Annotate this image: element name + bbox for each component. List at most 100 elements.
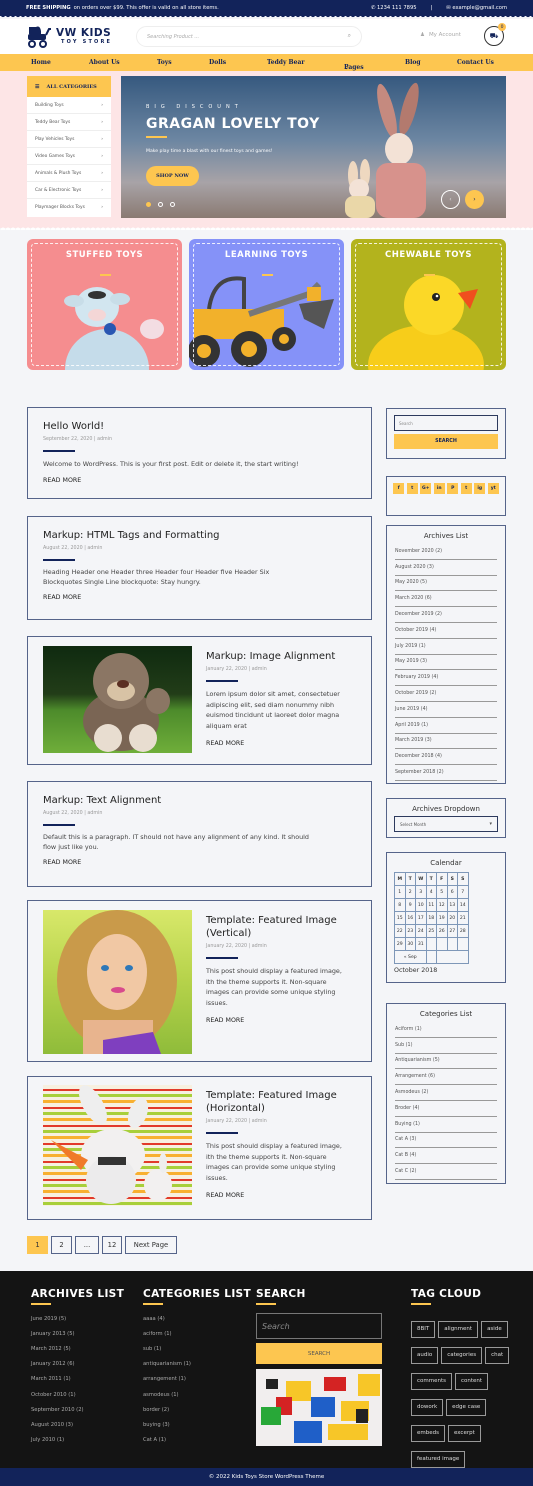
category-item[interactable]: Playmager Blocks Toys › xyxy=(27,199,111,216)
footer-category-link[interactable]: arrangement (1) xyxy=(143,1372,251,1387)
nav-item-dolls[interactable]: Dolls xyxy=(209,59,226,66)
category-item[interactable]: Building Toys › xyxy=(27,97,111,114)
category-item[interactable]: Video Games Toys › xyxy=(27,148,111,165)
calendar-prev-link[interactable]: « Sep xyxy=(394,950,427,964)
search-icon[interactable]: ⌕ xyxy=(348,32,351,40)
slider-prev-button[interactable]: ‹ xyxy=(441,190,460,209)
page-1-button[interactable]: 1 xyxy=(27,1236,48,1254)
slider-dot[interactable] xyxy=(146,202,151,207)
tag-link[interactable]: comments xyxy=(411,1373,452,1390)
nav-item-blog[interactable]: Blog xyxy=(405,59,421,66)
archive-link[interactable]: August 2020 (3) xyxy=(395,560,497,576)
footer-archive-link[interactable]: August 2010 (3) xyxy=(31,1417,124,1432)
category-link[interactable]: Broder (4) xyxy=(395,1101,497,1117)
category-item[interactable]: Play Vehicles Toys › xyxy=(27,131,111,148)
youtube-icon[interactable]: yt xyxy=(487,483,499,494)
tag-link[interactable]: audio xyxy=(411,1347,439,1364)
archive-link[interactable]: December 2019 (2) xyxy=(395,607,497,623)
nav-item-toys[interactable]: Toys xyxy=(157,59,172,66)
archive-link[interactable]: October 2019 (4) xyxy=(395,623,497,639)
footer-search-button[interactable]: SEARCH xyxy=(256,1343,382,1364)
footer-search-input[interactable]: Search xyxy=(256,1313,382,1339)
promo-card-stuffed[interactable]: STUFFED TOYS xyxy=(27,239,182,370)
facebook-icon[interactable]: f xyxy=(393,483,405,494)
post-title[interactable]: Template: Featured Image (Horizontal) xyxy=(206,1089,346,1115)
archive-link[interactable]: February 2019 (4) xyxy=(395,670,497,687)
post-title[interactable]: Markup: HTML Tags and Formatting xyxy=(43,529,288,542)
slider-next-button[interactable]: › xyxy=(465,190,484,209)
sidebar-search-input[interactable]: Search xyxy=(394,415,498,431)
footer-archive-link[interactable]: June 2019 (5) xyxy=(31,1311,124,1326)
archive-link[interactable]: May 2020 (5) xyxy=(395,576,497,592)
read-more-link[interactable]: READ MORE xyxy=(206,740,346,747)
tag-link[interactable]: featured image xyxy=(411,1451,466,1468)
post-thumbnail[interactable] xyxy=(43,910,192,1054)
archive-link[interactable]: September 2018 (2) xyxy=(395,765,497,781)
tag-link[interactable]: edge case xyxy=(446,1399,487,1416)
tag-link[interactable]: aside xyxy=(481,1321,508,1338)
footer-category-link[interactable]: aaaa (4) xyxy=(143,1311,251,1326)
promo-card-learning[interactable]: LEARNING TOYS xyxy=(189,239,344,370)
read-more-link[interactable]: READ MORE xyxy=(43,859,323,866)
category-item[interactable]: Teddy Bear Toys › xyxy=(27,114,111,131)
tag-link[interactable]: chat xyxy=(485,1347,510,1364)
google-plus-icon[interactable]: G+ xyxy=(420,483,432,494)
footer-archive-link[interactable]: September 2010 (2) xyxy=(31,1402,124,1417)
footer-archive-link[interactable]: January 2013 (5) xyxy=(31,1326,124,1341)
nav-item-teddy-bear[interactable]: Teddy Bear xyxy=(267,59,305,66)
post-title[interactable]: Markup: Image Alignment xyxy=(206,650,346,663)
pinterest-icon[interactable]: P xyxy=(447,483,459,494)
archive-link[interactable]: October 2019 (2) xyxy=(395,686,497,702)
tag-link[interactable]: 8BIT xyxy=(411,1321,436,1338)
footer-archive-link[interactable]: March 2012 (5) xyxy=(31,1341,124,1356)
archive-link[interactable]: July 2019 (1) xyxy=(395,639,497,655)
category-link[interactable]: Buying (1) xyxy=(395,1117,497,1133)
archive-link[interactable]: May 2019 (3) xyxy=(395,655,497,671)
cart-button[interactable]: ⛟ 0 xyxy=(484,23,506,46)
archives-month-select[interactable]: Select Month ▾ xyxy=(394,816,498,832)
my-account-link[interactable]: ♟ My Account xyxy=(420,32,461,38)
category-link[interactable]: Arrangement (6) xyxy=(395,1069,497,1086)
tag-link[interactable]: content xyxy=(455,1373,489,1390)
promo-card-chewable[interactable]: CHEWABLE TOYS xyxy=(351,239,506,370)
footer-archive-link[interactable]: July 2010 (1) xyxy=(31,1433,124,1448)
category-link[interactable]: Cat B (4) xyxy=(395,1148,497,1165)
next-page-button[interactable]: Next Page xyxy=(125,1236,177,1254)
archive-link[interactable]: March 2019 (3) xyxy=(395,734,497,750)
archive-link[interactable]: March 2020 (6) xyxy=(395,591,497,608)
archive-link[interactable]: April 2019 (1) xyxy=(395,718,497,734)
email[interactable]: ✉ example@gmail.com xyxy=(446,5,507,11)
post-thumbnail[interactable] xyxy=(43,646,192,753)
tag-link[interactable]: excerpt xyxy=(447,1425,481,1442)
instagram-icon[interactable]: ig xyxy=(474,483,486,494)
footer-category-link[interactable]: aciform (1) xyxy=(143,1326,251,1341)
post-title[interactable]: Template: Featured Image (Vertical) xyxy=(206,914,346,940)
archive-link[interactable]: December 2018 (4) xyxy=(395,749,497,766)
footer-archive-link[interactable]: January 2012 (6) xyxy=(31,1357,124,1372)
post-title[interactable]: Hello World! xyxy=(43,420,363,433)
post-title[interactable]: Markup: Text Alignment xyxy=(43,794,323,807)
category-link[interactable]: Aciform (1) xyxy=(395,1022,497,1038)
sidebar-search-button[interactable]: SEARCH xyxy=(394,434,498,449)
category-item[interactable]: Animals & Plush Toys › xyxy=(27,165,111,182)
nav-item-home[interactable]: Home xyxy=(31,59,51,66)
categories-header[interactable]: ☰ ALL CATEGORIES xyxy=(27,76,111,97)
product-search-input[interactable]: Searching Product ... ⌕ xyxy=(136,26,362,47)
footer-archive-link[interactable]: October 2010 (1) xyxy=(31,1387,124,1402)
footer-category-link[interactable]: Cat A (1) xyxy=(143,1433,251,1448)
tumblr-icon[interactable]: t xyxy=(460,483,472,494)
footer-category-link[interactable]: asmodeus (1) xyxy=(143,1387,251,1402)
nav-item-about[interactable]: About Us xyxy=(89,59,120,66)
nav-item-contact[interactable]: Contact Us xyxy=(457,59,494,66)
tag-link[interactable]: embeds xyxy=(411,1425,445,1442)
archive-link[interactable]: November 2020 (2) xyxy=(395,544,497,560)
linkedin-icon[interactable]: in xyxy=(433,483,445,494)
category-link[interactable]: Cat C (2) xyxy=(395,1164,497,1180)
footer-category-link[interactable]: buying (3) xyxy=(143,1417,251,1432)
category-item[interactable]: Car & Electronic Toys › xyxy=(27,182,111,199)
read-more-link[interactable]: READ MORE xyxy=(43,594,288,601)
logo[interactable]: VW KIDS TOY STORE xyxy=(26,23,112,49)
shop-now-button[interactable]: SHOP NOW xyxy=(146,166,199,186)
post-thumbnail[interactable] xyxy=(43,1085,192,1206)
footer-category-link[interactable]: border (2) xyxy=(143,1402,251,1417)
